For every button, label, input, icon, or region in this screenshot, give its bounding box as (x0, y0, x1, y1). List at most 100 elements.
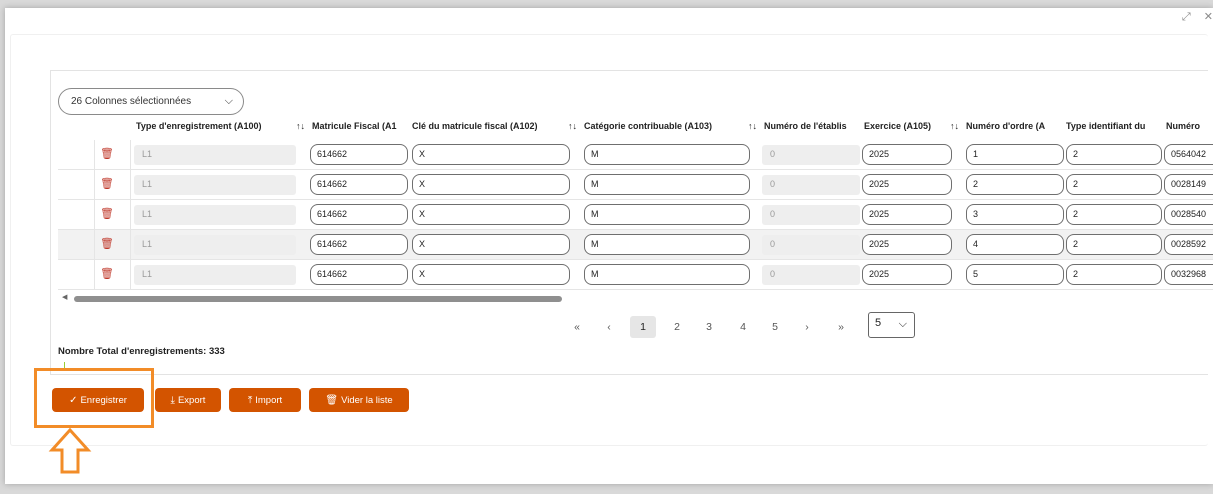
arrow-up-icon (48, 428, 92, 474)
etablissement-cell: 0 (762, 145, 860, 165)
categorie-input[interactable]: M (584, 144, 750, 165)
horizontal-scrollbar[interactable]: ◀ (62, 293, 1212, 302)
column-divider (130, 260, 131, 290)
header-numero-etablissement[interactable]: Numéro de l'établis (764, 121, 862, 131)
window-controls: ⤢ ✕ (1172, 10, 1213, 24)
upload-icon: ⤒ (247, 394, 253, 406)
chevron-down-icon: ⌵ (224, 95, 233, 107)
sort-icon[interactable]: ↑↓ (568, 121, 577, 131)
clear-list-button-label: Vider la liste (341, 394, 393, 406)
column-divider (130, 140, 131, 170)
page-5-button[interactable]: 5 (762, 316, 788, 338)
matricule-input[interactable]: 614662 (310, 234, 408, 255)
ordre-input[interactable]: 1 (966, 144, 1064, 165)
maximize-icon[interactable]: ⤢ (1182, 11, 1191, 23)
export-button[interactable]: ⤓ Export (155, 388, 221, 412)
ordre-input[interactable]: 2 (966, 174, 1064, 195)
exercice-input[interactable]: 2025 (862, 174, 952, 195)
header-type-enregistrement[interactable]: Type d'enregistrement (A100) (136, 121, 294, 131)
last-page-button[interactable]: » (828, 316, 854, 338)
cle-input[interactable]: X (412, 174, 570, 195)
page-size-select[interactable]: 5 ⌵ (868, 312, 915, 338)
matricule-input[interactable]: 614662 (310, 144, 408, 165)
trash-icon[interactable]: 🗑 (100, 148, 114, 161)
matricule-input[interactable]: 614662 (310, 264, 408, 285)
page-2-button[interactable]: 2 (664, 316, 690, 338)
cle-input[interactable]: X (412, 204, 570, 225)
trash-icon[interactable]: 🗑 (100, 268, 114, 281)
column-divider (94, 170, 95, 200)
row-divider (58, 289, 1213, 290)
exercice-input[interactable]: 2025 (862, 264, 952, 285)
numero-input[interactable]: 0028540 (1164, 204, 1213, 225)
etablissement-cell: 0 (762, 175, 860, 195)
header-numero[interactable]: Numéro (1166, 121, 1213, 131)
records-table: Type d'enregistrement (A100) ↑↓ Matricul… (58, 118, 1213, 290)
header-cle-matricule[interactable]: Clé du matricule fiscal (A102) (412, 121, 564, 131)
trash-icon[interactable]: 🗑 (100, 178, 114, 191)
column-divider (94, 260, 95, 290)
ordre-input[interactable]: 3 (966, 204, 1064, 225)
sort-icon[interactable]: ↑↓ (950, 121, 959, 131)
sort-icon[interactable]: ↑↓ (748, 121, 757, 131)
ordre-input[interactable]: 5 (966, 264, 1064, 285)
trash-icon[interactable]: 🗑 (100, 238, 114, 251)
type-identifiant-input[interactable]: 2 (1066, 204, 1162, 225)
matricule-input[interactable]: 614662 (310, 174, 408, 195)
page-size-value: 5 (875, 317, 882, 329)
header-matricule-fiscal[interactable]: Matricule Fiscal (A1 (312, 121, 410, 131)
etablissement-cell: 0 (762, 235, 860, 255)
ordre-input[interactable]: 4 (966, 234, 1064, 255)
numero-input[interactable]: 0028592 (1164, 234, 1213, 255)
scroll-left-icon[interactable]: ◀ (62, 293, 67, 301)
header-categorie-contribuable[interactable]: Catégorie contribuable (A103) (584, 121, 744, 131)
table-row: 🗑 L1 614662 X M 0 2025 1 2 0564042 (58, 140, 1213, 170)
categorie-input[interactable]: M (584, 264, 750, 285)
numero-input[interactable]: 0032968 (1164, 264, 1213, 285)
page-1-button[interactable]: 1 (630, 316, 656, 338)
type-identifiant-input[interactable]: 2 (1066, 234, 1162, 255)
column-divider (130, 200, 131, 230)
categorie-input[interactable]: M (584, 204, 750, 225)
cle-input[interactable]: X (412, 144, 570, 165)
type-identifiant-input[interactable]: 2 (1066, 264, 1162, 285)
prev-page-button[interactable]: ‹ (596, 316, 622, 338)
cle-input[interactable]: X (412, 264, 570, 285)
column-divider (94, 140, 95, 170)
page-3-button[interactable]: 3 (696, 316, 722, 338)
numero-input[interactable]: 0564042 (1164, 144, 1213, 165)
exercice-input[interactable]: 2025 (862, 234, 952, 255)
type-identifiant-input[interactable]: 2 (1066, 174, 1162, 195)
scrollbar-thumb[interactable] (74, 296, 562, 302)
table-header-row: Type d'enregistrement (A100) ↑↓ Matricul… (58, 118, 1213, 138)
categorie-input[interactable]: M (584, 234, 750, 255)
categorie-input[interactable]: M (584, 174, 750, 195)
column-divider (94, 200, 95, 230)
etablissement-cell: 0 (762, 265, 860, 285)
exercice-input[interactable]: 2025 (862, 144, 952, 165)
table-row: 🗑 L1 614662 X M 0 2025 4 2 0028592 (58, 230, 1213, 260)
sort-icon[interactable]: ↑↓ (296, 121, 305, 131)
import-button-label: Import (255, 394, 283, 406)
column-divider (130, 170, 131, 200)
header-numero-ordre[interactable]: Numéro d'ordre (A (966, 121, 1064, 131)
column-selector[interactable]: 26 Colonnes sélectionnées ⌵ (58, 88, 244, 115)
clear-list-button[interactable]: 🗑 Vider la liste (309, 388, 409, 412)
numero-input[interactable]: 0028149 (1164, 174, 1213, 195)
next-page-button[interactable]: › (794, 316, 820, 338)
exercice-input[interactable]: 2025 (862, 204, 952, 225)
cle-input[interactable]: X (412, 234, 570, 255)
page-4-button[interactable]: 4 (730, 316, 756, 338)
matricule-input[interactable]: 614662 (310, 204, 408, 225)
type-identifiant-input[interactable]: 2 (1066, 144, 1162, 165)
table-row: 🗑 L1 614662 X M 0 2025 2 2 0028149 (58, 170, 1213, 200)
first-page-button[interactable]: « (564, 316, 590, 338)
trash-icon: 🗑 (325, 394, 339, 406)
trash-icon[interactable]: 🗑 (100, 208, 114, 221)
type-cell: L1 (134, 205, 296, 225)
highlight-box (34, 368, 154, 428)
header-type-identifiant[interactable]: Type identifiant du (1066, 121, 1164, 131)
header-exercice[interactable]: Exercice (A105) (864, 121, 944, 131)
import-button[interactable]: ⤒ Import (229, 388, 301, 412)
close-icon[interactable]: ✕ (1204, 11, 1213, 23)
